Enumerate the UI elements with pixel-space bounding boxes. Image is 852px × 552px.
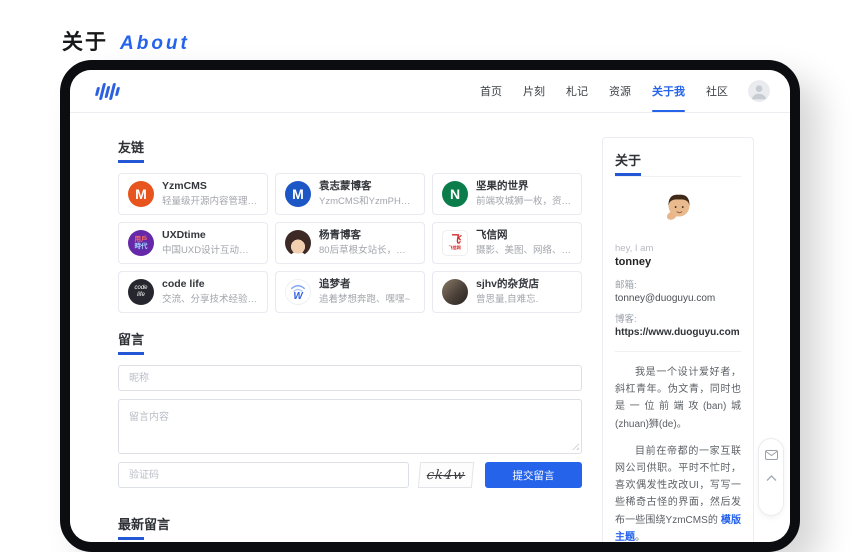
friend-info: 飞信网摄影、美图、网络、文字、让生活...: [476, 228, 572, 257]
friends-heading: 友链: [118, 137, 582, 163]
nickname-row: [118, 365, 582, 391]
friend-name: UXDtime: [162, 228, 258, 244]
nav-item-关于我[interactable]: 关于我: [650, 70, 687, 112]
friend-desc: YzmCMS和YzmPHP框架的作者，...: [319, 195, 415, 208]
user-avatar[interactable]: [748, 80, 770, 102]
friend-info: YzmCMS轻量级开源内容管理系统。: [162, 179, 258, 208]
divider: [615, 351, 741, 352]
friend-desc: 前端攻城狮一枚，资深北漂大佬一...: [476, 195, 572, 208]
page-title: 关于 About: [62, 26, 190, 56]
friend-desc: 轻量级开源内容管理系统。: [162, 195, 258, 208]
message-content-textarea[interactable]: [118, 399, 582, 454]
friend-card[interactable]: N 坚果的世界前端攻城狮一枚，资深北漂大佬一...: [432, 173, 582, 215]
memoji-avatar: [659, 189, 697, 227]
yangqing-avatar-icon: [285, 230, 311, 256]
friend-info: 杨青博客80后草根女站长，独立网页设计师。: [319, 228, 415, 257]
about-paragraph: 我是一个设计爱好者，斜杠青年。伪文青，同时也是一位前端攻(ban)城(zhuan…: [615, 364, 741, 433]
feixin-logo-icon: 飞飞信网: [442, 230, 468, 256]
blog-url[interactable]: https://www.duoguyu.com: [615, 325, 741, 340]
friend-name: sjhv的杂货店: [476, 277, 539, 293]
friend-desc: 交流、分享技术经验的社区平台!: [162, 293, 258, 306]
friend-name: 坚果的世界: [476, 179, 572, 195]
svg-text:W: W: [293, 291, 304, 301]
captcha-row: ck4w 提交留言: [118, 462, 582, 488]
friend-info: 追梦者追着梦想奔跑、嘿嘿~: [319, 277, 410, 306]
page-title-en: About: [120, 33, 190, 55]
user-placeholder-icon: [748, 80, 770, 102]
about-card: 关于 hey, I am tonney 邮箱: tonney@duoguyu.c…: [602, 137, 754, 542]
friend-name: 飞信网: [476, 228, 572, 244]
friend-info: 坚果的世界前端攻城狮一枚，资深北漂大佬一...: [476, 179, 572, 208]
friend-card[interactable]: 杨青博客80后草根女站长，独立网页设计师。: [275, 222, 425, 264]
captcha-image[interactable]: ck4w: [418, 462, 474, 488]
codelife-logo-icon: codelife: [128, 279, 154, 305]
friend-desc: 80后草根女站长，独立网页设计师。: [319, 244, 415, 257]
friend-card[interactable]: 用戶時代 UXDtime中国UXD设计互动平台，深耕交互...: [118, 222, 268, 264]
friends-grid: M YzmCMS轻量级开源内容管理系统。 M 袁志蒙博客YzmCMS和YzmPHP框架…: [118, 173, 582, 313]
friend-info: UXDtime中国UXD设计互动平台，深耕交互...: [162, 228, 258, 257]
page-title-cn: 关于: [62, 26, 108, 56]
greeting-text: hey, I am: [615, 243, 741, 254]
message-content-wrap: [118, 399, 582, 454]
nav-item-札记[interactable]: 札记: [564, 70, 590, 112]
mail-icon[interactable]: [765, 450, 778, 460]
uxdtime-logo-icon: 用戶時代: [128, 230, 154, 256]
about-paragraph: 目前在帝都的一家互联网公司供职。平时不忙时，喜欢偶发性改改UI，写写一些稀奇古怪…: [615, 443, 741, 542]
email-value: tonney@duoguyu.com: [615, 291, 741, 306]
nav-item-社区[interactable]: 社区: [704, 70, 730, 112]
friend-name: 袁志蒙博客: [319, 179, 415, 195]
dreamer-w-icon: W: [288, 283, 308, 301]
friend-desc: 曾思量,自难忘.: [476, 293, 539, 306]
author-name: tonney: [615, 256, 741, 268]
friend-name: YzmCMS: [162, 179, 258, 195]
message-heading: 留言: [118, 329, 582, 355]
nav-item-片刻[interactable]: 片刻: [521, 70, 547, 112]
yuanzhimeng-logo-icon: M: [285, 181, 311, 207]
friend-card[interactable]: M 袁志蒙博客YzmCMS和YzmPHP框架的作者，...: [275, 173, 425, 215]
friend-name: code life: [162, 277, 258, 293]
friend-card[interactable]: codelife code life交流、分享技术经验的社区平台!: [118, 271, 268, 313]
site-main: 友链 M YzmCMS轻量级开源内容管理系统。 M 袁志蒙博客YzmCMS和YzmPH…: [70, 113, 790, 542]
submit-message-button[interactable]: 提交留言: [485, 462, 582, 488]
friend-desc: 摄影、美图、网络、文字、让生活...: [476, 244, 572, 257]
friend-info: 袁志蒙博客YzmCMS和YzmPHP框架的作者，...: [319, 179, 415, 208]
site-logo-wave-icon[interactable]: [94, 83, 121, 100]
nav-item-首页[interactable]: 首页: [478, 70, 504, 112]
inline-link[interactable]: 模版主题: [615, 515, 741, 543]
friend-name: 追梦者: [319, 277, 410, 293]
yzmcms-logo-icon: M: [128, 181, 154, 207]
main-column: 友链 M YzmCMS轻量级开源内容管理系统。 M 袁志蒙博客YzmCMS和YzmPH…: [118, 137, 582, 542]
floating-toolbar: [758, 438, 784, 516]
friend-card[interactable]: sjhv的杂货店曾思量,自难忘.: [432, 271, 582, 313]
friend-card[interactable]: M YzmCMS轻量级开源内容管理系统。: [118, 173, 268, 215]
captcha-input[interactable]: [118, 462, 409, 488]
website-viewport: 首页片刻札记资源关于我社区 友链 M YzmCMS轻量级开源内容管理系统。 M 袁志蒙…: [70, 70, 790, 542]
friend-info: sjhv的杂货店曾思量,自难忘.: [476, 277, 539, 306]
blog-label: 博客:: [615, 311, 741, 325]
about-paragraphs: 我是一个设计爱好者，斜杠青年。伪文青，同时也是一位前端攻(ban)城(zhuan…: [615, 364, 741, 542]
friend-card[interactable]: W 追梦者追着梦想奔跑、嘿嘿~: [275, 271, 425, 313]
friend-info: code life交流、分享技术经验的社区平台!: [162, 277, 258, 306]
friend-card[interactable]: 飞飞信网飞信网摄影、美图、网络、文字、让生活...: [432, 222, 582, 264]
nav-item-资源[interactable]: 资源: [607, 70, 633, 112]
nickname-input[interactable]: [118, 365, 582, 391]
dreamer-logo-icon: W: [285, 279, 311, 305]
site-header: 首页片刻札记资源关于我社区: [70, 70, 790, 113]
friend-desc: 中国UXD设计互动平台，深耕交互...: [162, 244, 258, 257]
about-heading: 关于: [615, 150, 741, 177]
sjhv-avatar-icon: [442, 279, 468, 305]
jianguo-logo-icon: N: [442, 181, 468, 207]
device-frame: 首页片刻札记资源关于我社区 友链 M YzmCMS轻量级开源内容管理系统。 M 袁志蒙…: [60, 60, 800, 552]
header-nav: 首页片刻札记资源关于我社区: [478, 70, 730, 112]
email-label: 邮箱:: [615, 277, 741, 291]
friend-desc: 追着梦想奔跑、嘿嘿~: [319, 293, 410, 306]
sidebar: 关于 hey, I am tonney 邮箱: tonney@duoguyu.c…: [602, 137, 754, 542]
latest-messages-heading: 最新留言: [118, 514, 582, 540]
chevron-up-icon[interactable]: [766, 475, 777, 481]
friend-name: 杨青博客: [319, 228, 415, 244]
